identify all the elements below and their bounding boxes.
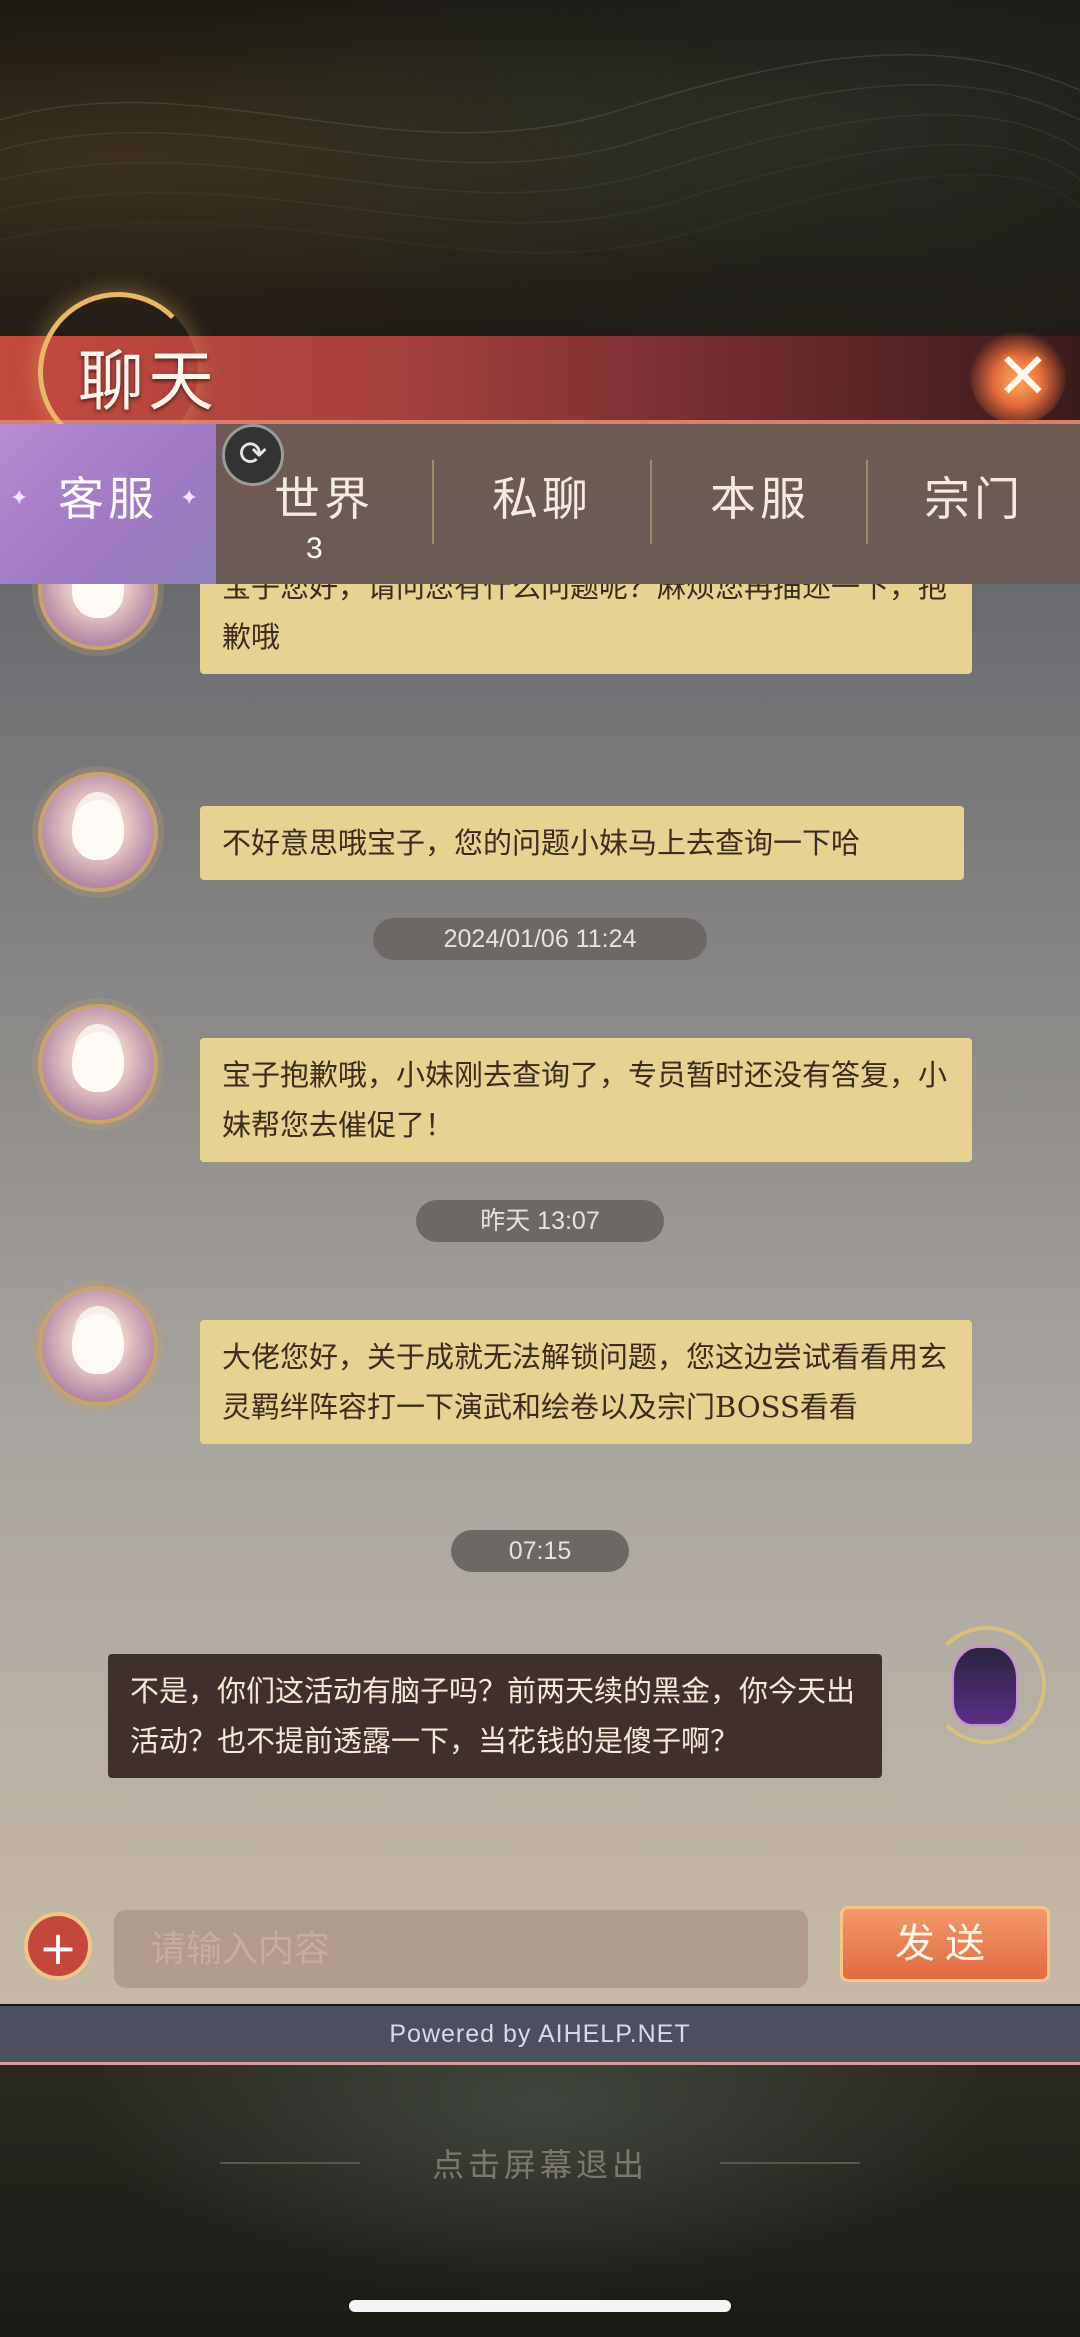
service-avatar	[38, 1286, 158, 1406]
page-title: 聊天	[78, 343, 218, 420]
service-avatar	[38, 772, 158, 892]
tab-label: 世界	[274, 472, 374, 526]
tab-sect[interactable]: 宗门	[866, 424, 1080, 584]
service-avatar	[38, 584, 158, 650]
message-bubble: 宝子您好，请问您有什么问题呢？麻烦您再描述一下，抱歉哦	[200, 584, 972, 674]
my-message-bubble: 不是，你们这活动有脑子吗？前两天续的黑金，你今天出活动？也不提前透露一下，当花钱…	[108, 1654, 882, 1778]
character-portrait	[952, 1646, 1018, 1726]
timestamp: 昨天 13:07	[416, 1200, 664, 1242]
tab-customer-service[interactable]: ✦ 客服 ✦	[0, 424, 216, 584]
chat-message-list[interactable]: 宝子您好，请问您有什么问题呢？麻烦您再描述一下，抱歉哦 不好意思哦宝子，您的问题…	[0, 584, 1080, 2004]
tab-label: 私聊	[492, 472, 592, 526]
sparkle-icon: ✦	[10, 486, 33, 511]
close-icon: ✕	[996, 340, 1050, 414]
timestamp: 07:15	[451, 1530, 629, 1572]
message-bubble: 不好意思哦宝子，您的问题小妹马上去查询一下哈	[200, 806, 964, 880]
bottom-background[interactable]	[0, 2065, 1080, 2337]
home-indicator[interactable]	[349, 2300, 731, 2312]
message-input[interactable]	[114, 1910, 808, 1988]
tab-world-badge: 3	[306, 532, 323, 565]
powered-by-footer: Powered by AIHELP.NET	[0, 2006, 1080, 2065]
tab-label: 本服	[710, 472, 810, 526]
tab-private-chat[interactable]: 私聊	[434, 424, 650, 584]
close-button[interactable]: ✕	[970, 328, 1066, 424]
tab-label: 宗门	[924, 472, 1024, 526]
my-avatar	[918, 1616, 1048, 1746]
service-avatar	[38, 1004, 158, 1124]
timestamp: 2024/01/06 11:24	[373, 918, 707, 960]
message-bubble: 宝子抱歉哦，小妹刚去查询了，专员暂时还没有答复，小妹帮您去催促了！	[200, 1038, 972, 1162]
send-button[interactable]: 发送	[840, 1906, 1050, 1982]
tab-label: 客服	[58, 472, 158, 526]
tab-server[interactable]: 本服	[652, 424, 868, 584]
message-bubble: 大佬您好，关于成就无法解锁问题，您这边尝试看看用玄灵羁绊阵容打一下演武和绘卷以及…	[200, 1320, 972, 1444]
add-attachment-button[interactable]: +	[24, 1912, 92, 1980]
tap-to-exit-hint[interactable]: 点击屏幕退出	[0, 2140, 1080, 2186]
sparkle-icon: ✦	[180, 486, 203, 511]
refresh-icon[interactable]: ⟳	[222, 424, 284, 486]
